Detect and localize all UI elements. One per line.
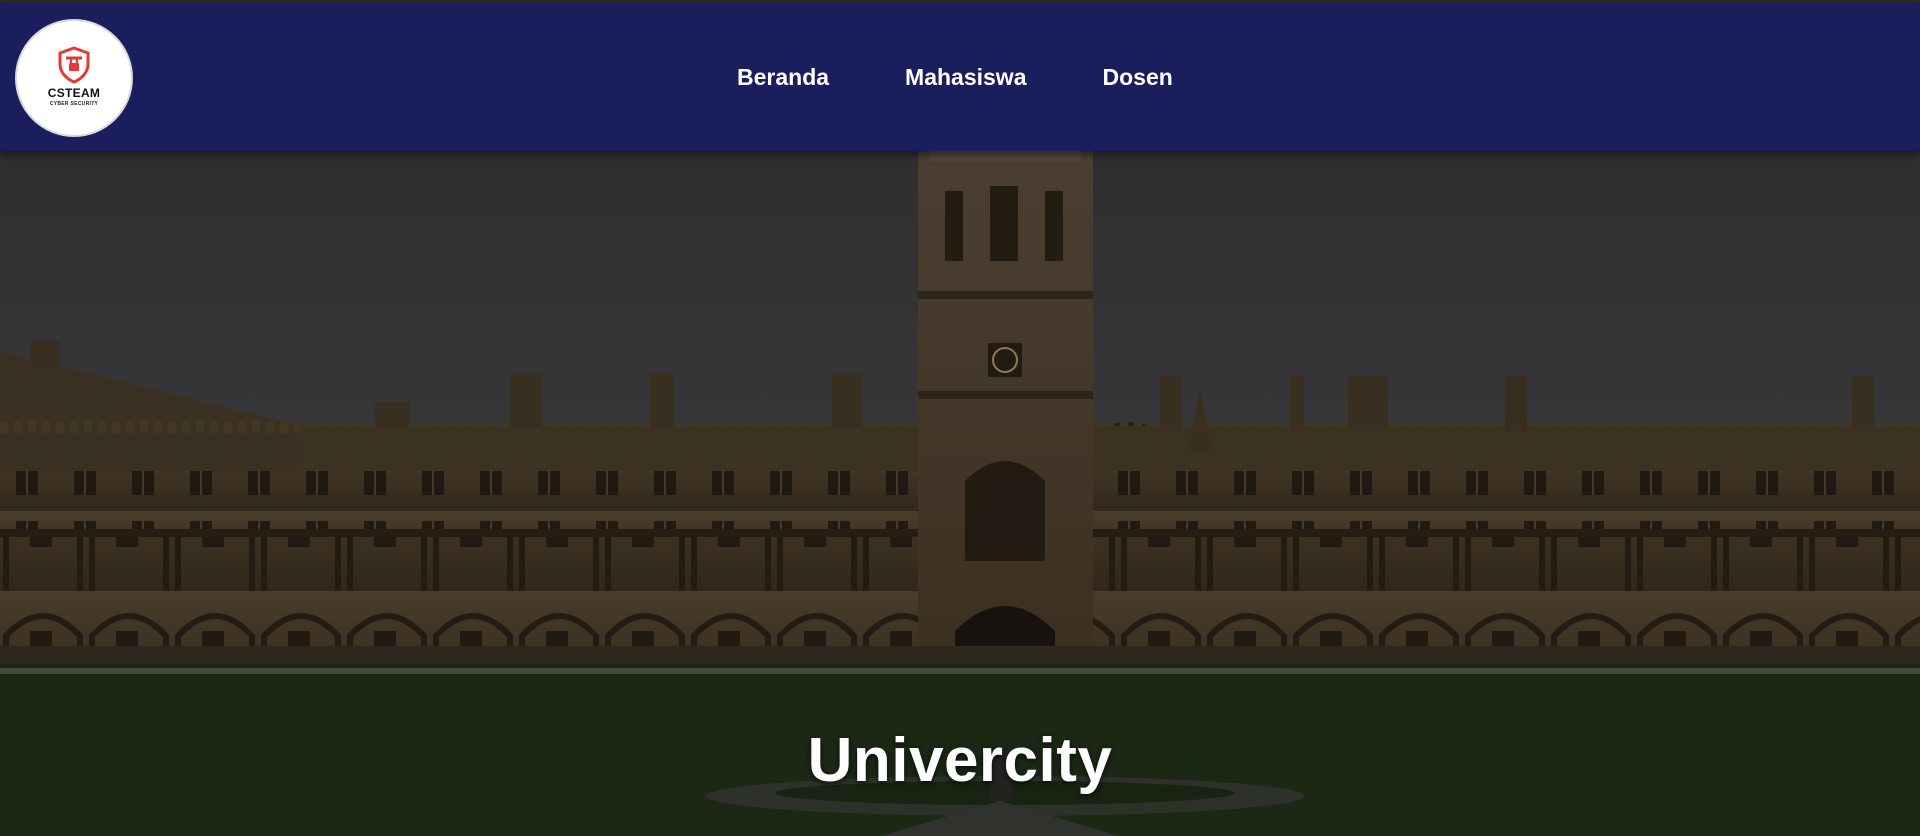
navbar: CSTEAM CYBER SECURITY Beranda Mahasiswa … <box>0 3 1920 151</box>
nav-link-beranda[interactable]: Beranda <box>737 64 829 91</box>
shield-icon <box>58 45 90 84</box>
nav-link-mahasiswa[interactable]: Mahasiswa <box>905 64 1026 91</box>
main-nav: Beranda Mahasiswa Dosen <box>737 3 1249 151</box>
logo-title: CSTEAM <box>47 85 101 100</box>
hero-title: Univercity <box>807 725 1113 795</box>
site-logo[interactable]: CSTEAM CYBER SECURITY <box>15 19 133 137</box>
nav-link-dosen[interactable]: Dosen <box>1103 64 1173 91</box>
hero-section: Univercity <box>0 151 1920 836</box>
logo-subtitle: CYBER SECURITY <box>49 100 99 107</box>
